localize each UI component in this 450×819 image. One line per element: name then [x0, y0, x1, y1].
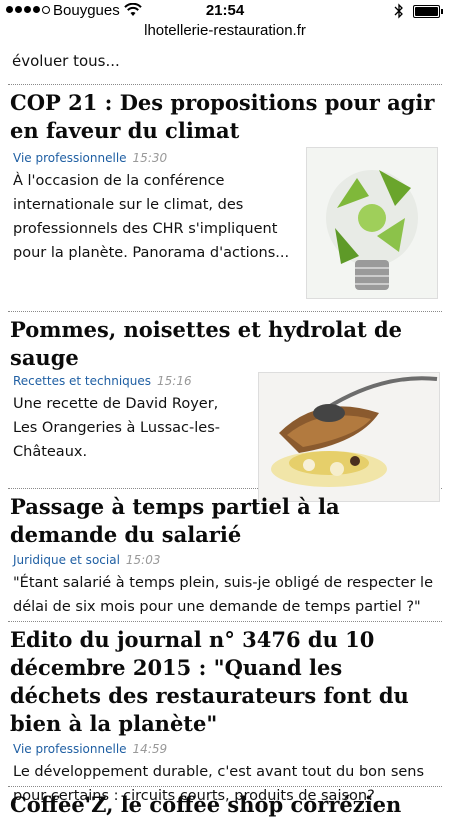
article-title[interactable]: Pommes, noisettes et hydrolat de sauge [0, 312, 450, 372]
clock-time: 21:54 [205, 2, 245, 19]
status-bar: Bouygues 21:54 [0, 0, 450, 22]
article-item[interactable]: COP 21 : Des propositions pour agir en f… [0, 85, 450, 311]
article-summary[interactable]: Une recette de David Royer, Les Orangeri… [0, 388, 252, 464]
article-title[interactable]: COP 21 : Des propositions pour agir en f… [0, 85, 450, 145]
article-meta: Vie professionnelle 15:30 [0, 145, 302, 165]
article-title[interactable]: Edito du journal n° 3476 du 10 décembre … [0, 622, 450, 738]
bluetooth-icon [394, 3, 403, 19]
article-time: 15:16 [157, 374, 192, 388]
article-item[interactable]: Coffee'Z, le coffee shop corrézien [0, 787, 450, 819]
article-category[interactable]: Vie professionnelle [13, 151, 127, 165]
article-time: 15:03 [125, 553, 161, 567]
article-category[interactable]: Juridique et social [13, 553, 120, 567]
article-item[interactable]: Passage à temps partiel à la demande du … [0, 489, 450, 621]
battery-icon [413, 5, 443, 18]
news-feed: évoluer tous... COP 21 : Des proposition… [0, 44, 450, 819]
article-item[interactable]: Pommes, noisettes et hydrolat de sauge R… [0, 312, 450, 502]
address-bar[interactable]: lhotellerie-restauration.fr [0, 22, 450, 39]
article-summary[interactable]: À l'occasion de la conférence internatio… [0, 165, 302, 265]
article-thumbnail[interactable] [258, 372, 440, 502]
previous-article-teaser[interactable]: évoluer tous... [0, 44, 450, 76]
article-time: 14:59 [132, 742, 168, 756]
article-category[interactable]: Vie professionnelle [13, 742, 127, 756]
article-summary[interactable]: "Étant salarié à temps plein, suis-je ob… [0, 567, 450, 619]
article-meta: Juridique et social 15:03 [0, 549, 450, 567]
article-category[interactable]: Recettes et techniques [13, 374, 151, 388]
article-meta: Recettes et techniques 15:16 [0, 372, 252, 388]
article-thumbnail[interactable] [306, 147, 438, 299]
article-time: 15:30 [132, 151, 168, 165]
article-item[interactable]: Edito du journal n° 3476 du 10 décembre … [0, 622, 450, 804]
article-title[interactable]: Coffee'Z, le coffee shop corrézien [0, 787, 450, 819]
article-meta: Vie professionnelle 14:59 [0, 738, 450, 756]
